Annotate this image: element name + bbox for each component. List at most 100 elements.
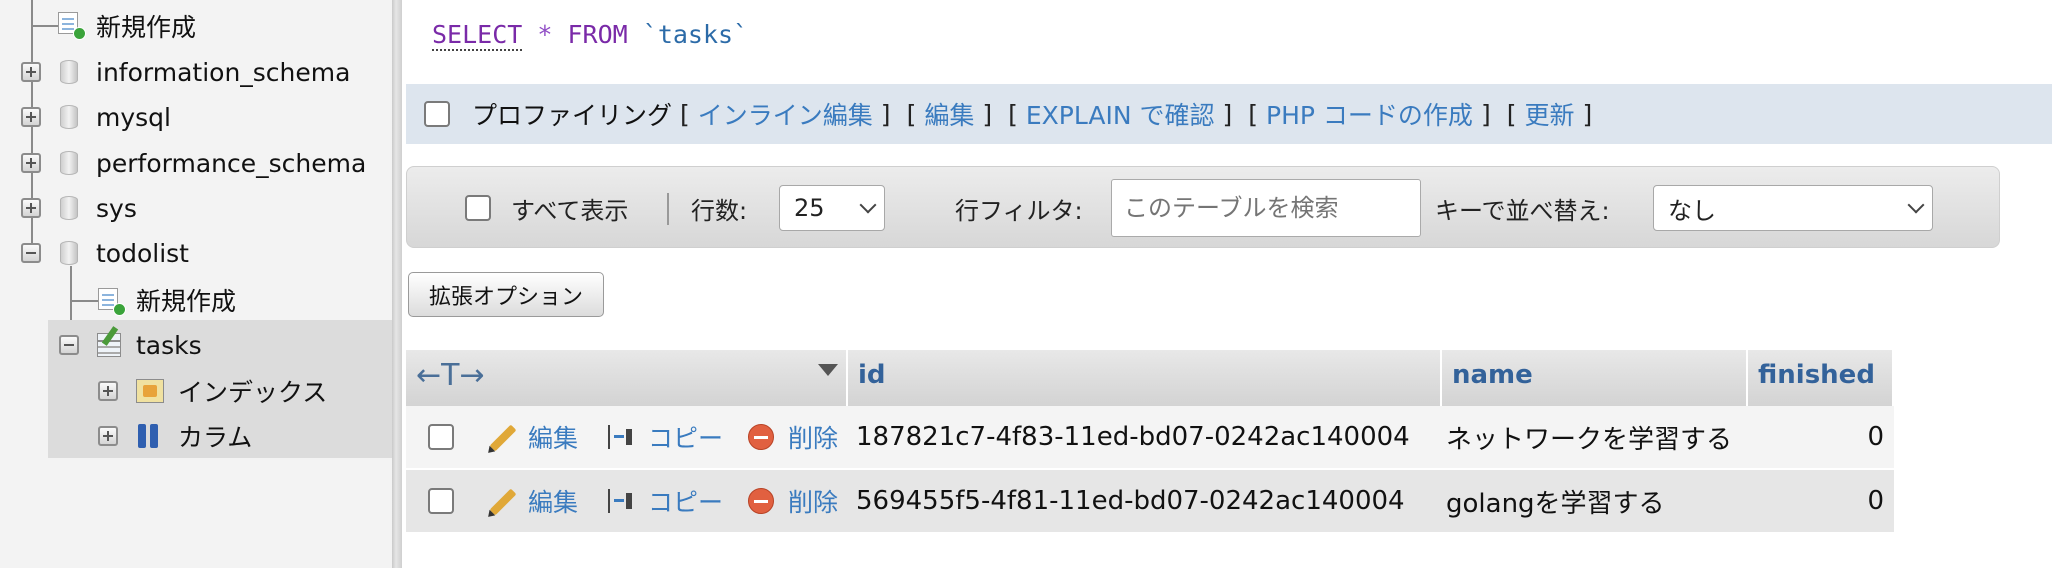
bracket-close: ] bbox=[1582, 99, 1593, 129]
table-row: 編集 コピー 削除 187821c7-4f83-11ed-bd07-0242ac… bbox=[406, 406, 1894, 468]
expand-icon[interactable] bbox=[21, 153, 41, 173]
sql-from-keyword: FROM bbox=[567, 20, 628, 49]
bracket-close: ] bbox=[1222, 99, 1233, 129]
query-options-bar: プロファイリング [ インライン編集 ] [ 編集 ] [ EXPLAIN で確… bbox=[406, 84, 2052, 144]
sort-by-key-label: キーで並べ替え: bbox=[1435, 196, 1610, 225]
expand-icon[interactable] bbox=[21, 107, 41, 127]
navigation-resizer[interactable] bbox=[392, 0, 402, 568]
edit-query-link[interactable]: 編集 bbox=[924, 96, 974, 132]
bracket-close: ] bbox=[1480, 99, 1491, 129]
inline-edit-link[interactable]: インライン編集 bbox=[698, 96, 873, 132]
column-header-actions: ←T→ bbox=[406, 350, 848, 406]
row-filter-input[interactable] bbox=[1111, 179, 1421, 237]
cell-id[interactable]: 187821c7-4f83-11ed-bd07-0242ac140004 bbox=[856, 406, 1410, 468]
sql-table-name: `tasks` bbox=[642, 20, 749, 49]
column-arrows-icon[interactable]: ←T→ bbox=[416, 358, 485, 393]
column-header-finished[interactable]: finished bbox=[1748, 350, 1894, 406]
expand-icon[interactable] bbox=[21, 62, 41, 82]
new-table-icon bbox=[98, 288, 126, 316]
column-header-label: id bbox=[858, 360, 886, 390]
cell-name[interactable]: golangを学習する bbox=[1446, 470, 1665, 532]
nav-indexes[interactable]: インデックス bbox=[178, 371, 327, 411]
rows-per-page-select[interactable]: 25 bbox=[779, 185, 885, 231]
bracket-close: ] bbox=[880, 99, 891, 129]
column-header-name[interactable]: name bbox=[1442, 350, 1748, 406]
edit-row-link[interactable]: 編集 bbox=[528, 406, 578, 468]
database-icon bbox=[60, 241, 78, 265]
columns-icon bbox=[138, 424, 162, 448]
expand-icon[interactable] bbox=[21, 198, 41, 218]
show-all-checkbox[interactable] bbox=[465, 195, 491, 221]
sort-by-key-value: なし bbox=[1668, 196, 1716, 225]
nav-new-database[interactable]: 新規作成 bbox=[96, 6, 196, 46]
tree-line bbox=[31, 25, 61, 27]
extended-options-button[interactable]: 拡張オプション bbox=[408, 272, 604, 317]
database-icon bbox=[60, 60, 78, 84]
show-all-group: すべて表示 bbox=[465, 167, 628, 249]
column-header-id[interactable]: id bbox=[848, 350, 1442, 406]
delete-row-link[interactable]: 削除 bbox=[788, 470, 838, 532]
row-select-checkbox[interactable] bbox=[428, 406, 454, 468]
row-filter-label: 行フィルタ: bbox=[955, 196, 1083, 225]
copy-icon bbox=[606, 487, 634, 515]
table-row: 編集 コピー 削除 569455f5-4f81-11ed-bd07-0242ac… bbox=[406, 470, 1894, 532]
collapse-icon[interactable] bbox=[21, 243, 41, 263]
navigation-panel: 新規作成 information_schema mysql performanc… bbox=[0, 0, 392, 568]
chevron-down-icon bbox=[1907, 196, 1925, 214]
pencil-icon bbox=[489, 424, 517, 452]
sql-query: SELECT * FROM `tasks` bbox=[432, 20, 749, 51]
refresh-link[interactable]: 更新 bbox=[1524, 96, 1574, 132]
profiling-label: プロファイリング bbox=[472, 101, 673, 130]
cell-finished[interactable]: 0 bbox=[1748, 406, 1884, 468]
bracket-open: [ bbox=[906, 99, 917, 129]
nav-db-sys[interactable]: sys bbox=[96, 188, 137, 228]
collapse-icon[interactable] bbox=[59, 335, 79, 355]
chevron-down-icon bbox=[859, 196, 877, 214]
bracket-open: [ bbox=[1506, 99, 1517, 129]
nav-columns[interactable]: カラム bbox=[178, 416, 252, 456]
table-navigation-panel: すべて表示 行数: 25 行フィルタ: キーで並べ替え: なし bbox=[406, 166, 2000, 248]
tree-line bbox=[70, 300, 98, 302]
pencil-icon bbox=[489, 488, 517, 516]
index-icon bbox=[136, 379, 164, 403]
sql-star: * bbox=[537, 20, 553, 49]
edit-row-link[interactable]: 編集 bbox=[528, 470, 578, 532]
sort-by-key-select[interactable]: なし bbox=[1653, 185, 1933, 231]
rows-label: 行数: bbox=[691, 196, 748, 225]
bracket-open: [ bbox=[1248, 99, 1259, 129]
delete-row-link[interactable]: 削除 bbox=[788, 406, 838, 468]
cell-finished[interactable]: 0 bbox=[1748, 470, 1884, 532]
delete-icon bbox=[748, 424, 774, 450]
column-header-label: finished bbox=[1758, 360, 1875, 390]
database-icon bbox=[60, 151, 78, 175]
nav-new-table[interactable]: 新規作成 bbox=[136, 280, 236, 320]
copy-icon bbox=[606, 423, 634, 451]
show-all-label: すべて表示 bbox=[511, 196, 629, 225]
database-icon bbox=[60, 105, 78, 129]
delete-icon bbox=[748, 488, 774, 514]
bracket-open: [ bbox=[1008, 99, 1018, 129]
nav-table-tasks[interactable]: tasks bbox=[136, 325, 202, 365]
nav-db-information-schema[interactable]: information_schema bbox=[96, 52, 350, 92]
copy-row-link[interactable]: コピー bbox=[648, 406, 723, 468]
sql-select-keyword[interactable]: SELECT bbox=[432, 20, 523, 51]
separator bbox=[667, 193, 669, 225]
nav-db-mysql[interactable]: mysql bbox=[96, 97, 171, 137]
nav-db-performance-schema[interactable]: performance_schema bbox=[96, 143, 366, 183]
create-php-code-link[interactable]: PHP コードの作成 bbox=[1266, 96, 1473, 132]
profiling-checkbox[interactable] bbox=[424, 101, 450, 127]
column-header-label: name bbox=[1452, 360, 1533, 390]
row-select-checkbox[interactable] bbox=[428, 470, 454, 532]
cell-name[interactable]: ネットワークを学習する bbox=[1446, 406, 1732, 468]
rows-per-page-value: 25 bbox=[794, 194, 825, 222]
expand-icon[interactable] bbox=[98, 381, 118, 401]
explain-link[interactable]: EXPLAIN で確認 bbox=[1026, 96, 1215, 132]
options-dropdown-icon[interactable] bbox=[818, 364, 838, 376]
bracket-close: ] bbox=[982, 99, 993, 129]
table-icon bbox=[97, 333, 121, 357]
database-icon bbox=[60, 196, 78, 220]
cell-id[interactable]: 569455f5-4f81-11ed-bd07-0242ac140004 bbox=[856, 470, 1405, 532]
expand-icon[interactable] bbox=[98, 426, 118, 446]
nav-db-todolist[interactable]: todolist bbox=[96, 233, 189, 273]
copy-row-link[interactable]: コピー bbox=[648, 470, 723, 532]
